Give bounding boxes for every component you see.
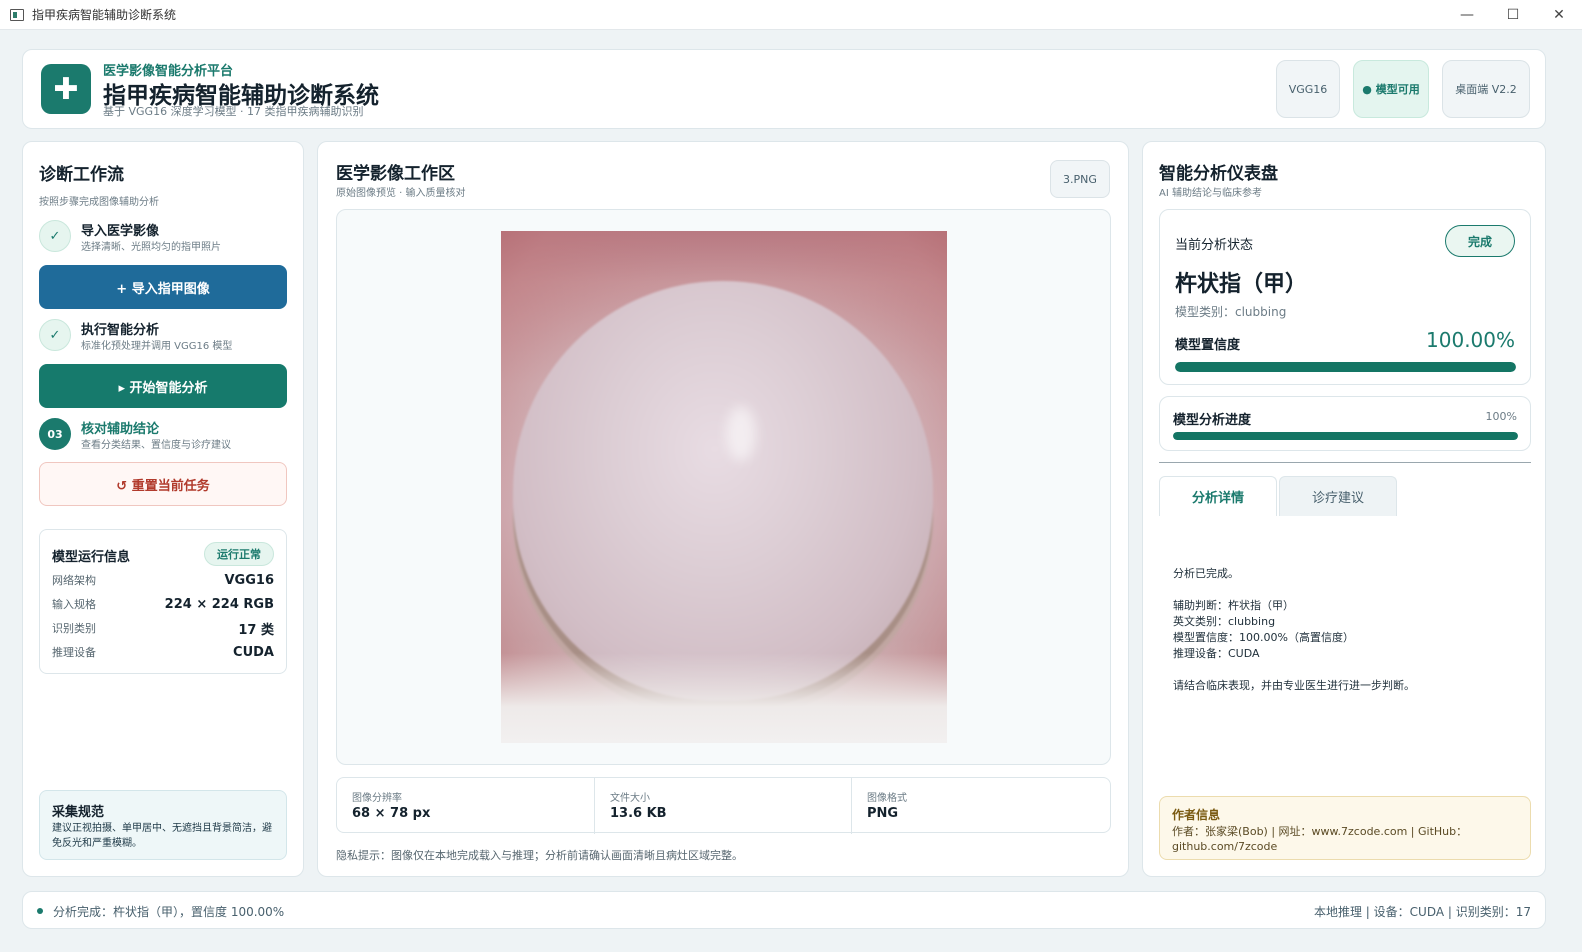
step-title: 执行智能分析: [81, 323, 160, 338]
maximize-icon[interactable]: ☐: [1490, 0, 1536, 30]
meta-filesize: 文件大小 13.6 KB: [594, 778, 851, 834]
progress-value: 100%: [1485, 410, 1517, 423]
author-text: 作者：张家梁(Bob) | 网址：www.7zcode.com | GitHub…: [1172, 825, 1468, 853]
info-value: VGG16: [224, 572, 275, 588]
reset-task-button[interactable]: ↺ 重置当前任务: [39, 462, 287, 506]
step-desc: 选择清晰、光照均匀的指甲照片: [81, 242, 221, 253]
capture-guidelines: 采集规范 建议正视拍摄、单甲居中、无遮挡且背景简洁，避免反光和严重模糊。: [39, 790, 287, 860]
progress-bar: [1173, 432, 1518, 440]
model-info-title: 模型运行信息: [52, 550, 131, 565]
info-value: 224 × 224 RGB: [164, 596, 274, 612]
image-meta: 图像分辨率 68 × 78 px 文件大小 13.6 KB 图像格式 PNG: [336, 777, 1111, 834]
workspace-title: 医学影像工作区: [336, 164, 455, 184]
image-viewer[interactable]: [336, 209, 1111, 765]
dashboard-title: 智能分析仪表盘: [1159, 164, 1278, 184]
step-import: ✓ 导入医学影像 选择清晰、光照均匀的指甲照片: [39, 218, 289, 254]
step-desc: 标准化预处理并调用 VGG16 模型: [81, 341, 233, 352]
status-label: 当前分析状态: [1175, 238, 1254, 253]
meta-value: 13.6 KB: [610, 806, 667, 821]
app-header: ✚ 医学影像智能分析平台 指甲疾病智能辅助诊断系统 基于 VGG16 深度学习模…: [22, 49, 1546, 129]
confidence-bar: [1175, 362, 1516, 372]
window-title: 指甲疾病智能辅助诊断系统: [32, 8, 177, 22]
meta-label: 图像格式: [867, 793, 907, 804]
start-analysis-button[interactable]: ▸ 开始智能分析: [39, 364, 287, 408]
guidelines-title: 采集规范: [52, 805, 105, 820]
meta-resolution: 图像分辨率 68 × 78 px: [337, 778, 594, 834]
workflow-subtitle: 按照步骤完成图像辅助分析: [39, 197, 159, 208]
meta-format: 图像格式 PNG: [851, 778, 1108, 834]
nail-image: [501, 231, 947, 743]
info-row-input: 输入规格 224 × 224 RGB: [52, 594, 274, 614]
divider: [1159, 462, 1531, 463]
confidence-label: 模型置信度: [1175, 338, 1241, 353]
status-bar: 分析完成：杵状指（甲），置信度 100.00% 本地推理 | 设备：CUDA |…: [22, 891, 1546, 929]
analysis-details-text: 分析已完成。 辅助判断：杵状指（甲） 英文类别：clubbing 模型置信度：1…: [1173, 567, 1415, 692]
workflow-title: 诊断工作流: [39, 165, 124, 185]
info-key: 推理设备: [52, 646, 96, 659]
window-controls: — ☐ ✕: [1444, 0, 1582, 30]
workspace-subtitle: 原始图像预览 · 输入质量核对: [336, 188, 466, 199]
meta-value: 68 × 78 px: [352, 806, 431, 821]
minimize-icon[interactable]: —: [1444, 0, 1490, 30]
step-title: 导入医学影像: [81, 224, 160, 239]
check-icon: ✓: [39, 319, 71, 351]
confidence-bar-fill: [1175, 362, 1516, 372]
workflow-panel: 诊断工作流 按照步骤完成图像辅助分析 ✓ 导入医学影像 选择清晰、光照均匀的指甲…: [22, 141, 304, 877]
step-analyze: ✓ 执行智能分析 标准化预处理并调用 VGG16 模型: [39, 317, 289, 353]
info-key: 输入规格: [52, 598, 96, 611]
meta-label: 图像分辨率: [352, 793, 402, 804]
medical-cross-icon: ✚: [41, 64, 91, 114]
model-info-card: 模型运行信息 运行正常 网络架构 VGG16 输入规格 224 × 224 RG…: [39, 529, 287, 674]
author-info: 作者信息 作者：张家梁(Bob) | 网址：www.7zcode.com | G…: [1159, 796, 1531, 860]
info-row-architecture: 网络架构 VGG16: [52, 570, 274, 590]
import-image-button[interactable]: + 导入指甲图像: [39, 265, 287, 309]
app-icon: [10, 8, 24, 21]
info-key: 网络架构: [52, 574, 96, 587]
analysis-dashboard: 智能分析仪表盘 AI 辅助结论与临床参考 当前分析状态 完成 杵状指（甲） 模型…: [1142, 141, 1546, 877]
image-workspace: 医学影像工作区 原始图像预览 · 输入质量核对 3.PNG 图像分辨率 68 ×…: [317, 141, 1129, 877]
status-badge: 运行正常: [204, 542, 274, 566]
status-badge: 完成: [1445, 225, 1515, 257]
step-number: 03: [39, 418, 71, 450]
info-row-classes: 识别类别 17 类: [52, 618, 274, 638]
privacy-notice: 隐私提示：图像仅在本地完成载入与推理；分析前请确认画面清晰且病灶区域完整。: [336, 849, 743, 862]
step-review: 03 核对辅助结论 查看分类结果、置信度与诊疗建议: [39, 416, 289, 452]
header-description: 基于 VGG16 深度学习模型 · 17 类指甲疾病辅助识别: [103, 105, 364, 118]
dashboard-subtitle: AI 辅助结论与临床参考: [1159, 188, 1262, 199]
analysis-status-card: 当前分析状态 完成 杵状指（甲） 模型类别：clubbing 模型置信度 100…: [1159, 209, 1531, 385]
model-badge: VGG16: [1276, 60, 1340, 118]
status-right-info: 本地推理 | 设备：CUDA | 识别类别：17: [1313, 905, 1531, 919]
info-value: CUDA: [233, 644, 274, 660]
info-key: 识别类别: [52, 622, 96, 635]
step-desc: 查看分类结果、置信度与诊疗建议: [81, 440, 231, 451]
meta-label: 文件大小: [610, 793, 650, 804]
model-category: 模型类别：clubbing: [1175, 305, 1287, 319]
confidence-value: 100.00%: [1426, 328, 1515, 352]
step-title: 核对辅助结论: [81, 422, 160, 437]
check-icon: ✓: [39, 220, 71, 252]
close-icon[interactable]: ✕: [1536, 0, 1582, 30]
tab-treatment-advice[interactable]: 诊疗建议: [1279, 476, 1397, 516]
window-titlebar: 指甲疾病智能辅助诊断系统 — ☐ ✕: [0, 0, 1582, 30]
diagnosis-result: 杵状指（甲）: [1175, 271, 1308, 297]
version-badge: 桌面端 V2.2: [1442, 60, 1530, 118]
guidelines-text: 建议正视拍摄、单甲居中、无遮挡且背景简洁，避免反光和严重模糊。: [52, 823, 272, 849]
meta-value: PNG: [867, 806, 899, 821]
file-name-badge: 3.PNG: [1050, 160, 1110, 198]
info-row-device: 推理设备 CUDA: [52, 642, 274, 662]
progress-label: 模型分析进度: [1173, 413, 1252, 428]
status-dot-icon: [37, 908, 43, 914]
info-value: 17 类: [238, 622, 274, 638]
status-message: 分析完成：杵状指（甲），置信度 100.00%: [53, 905, 285, 919]
progress-bar-fill: [1173, 432, 1518, 440]
tab-analysis-details[interactable]: 分析详情: [1159, 476, 1277, 516]
model-status-badge: ● 模型可用: [1353, 60, 1429, 118]
author-title: 作者信息: [1172, 808, 1221, 822]
analysis-progress-card: 模型分析进度 100%: [1159, 396, 1531, 451]
